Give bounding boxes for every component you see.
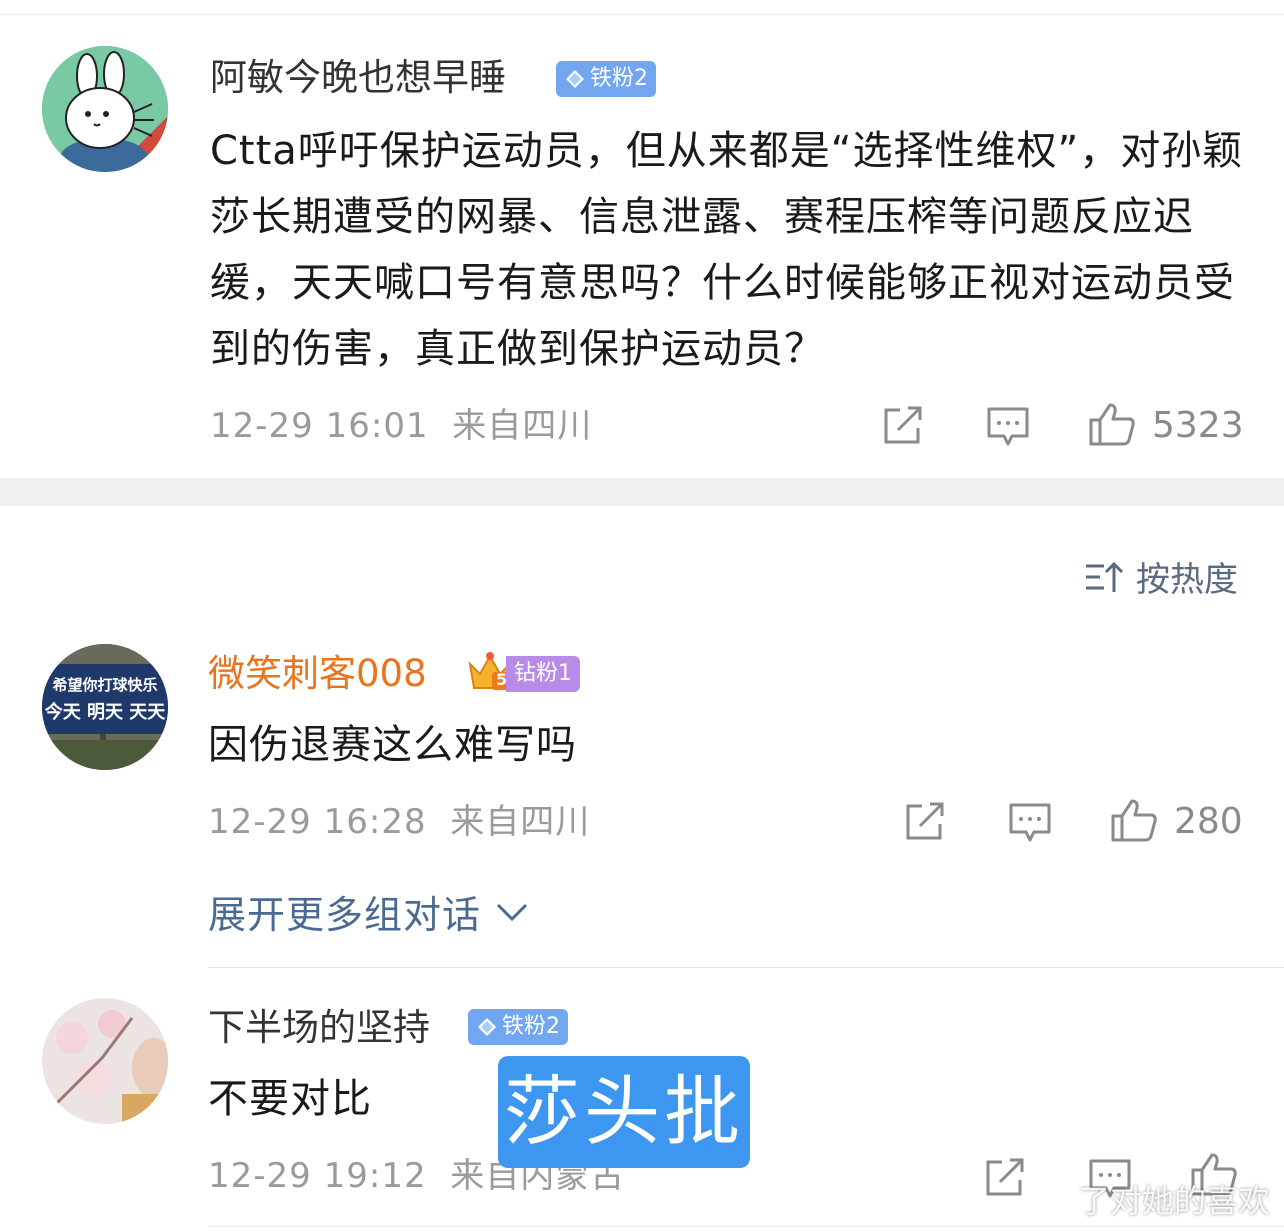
avatar[interactable]: 希望你打球快乐 今天 明天 天天	[42, 644, 168, 770]
weibo-logo-icon	[1033, 1185, 1070, 1221]
diamond-icon	[478, 1018, 496, 1036]
username[interactable]: 微笑刺客008	[208, 652, 427, 696]
avatar-sign-line-1: 希望你打球快乐	[52, 676, 158, 694]
fan-badge-label: 钻粉1	[514, 661, 572, 686]
comment-divider	[208, 967, 1284, 968]
bottom-divider	[208, 1226, 1284, 1227]
like-icon[interactable]	[1110, 798, 1158, 842]
comment-time: 12-29 16:01	[210, 406, 429, 446]
sort-button[interactable]: 按热度	[1084, 552, 1238, 601]
comment-meta: 12-29 16:28 来自四川	[208, 802, 590, 842]
section-separator	[0, 478, 1284, 506]
fan-badge-label: 铁粉2	[590, 66, 648, 91]
share-icon[interactable]	[904, 802, 946, 842]
fan-badge[interactable]: 铁粉2	[468, 1009, 568, 1045]
overlay-caption: 莎头批	[498, 1056, 750, 1168]
comment-text: Ctta呼吁保护运动员，但从来都是“选择性维权”，对孙颖莎长期遭受的网暴、信息泄…	[210, 128, 1244, 372]
fan-badge[interactable]: 钻粉1	[506, 656, 580, 692]
username[interactable]: 下半场的坚持	[208, 1006, 430, 1050]
sort-label: 按热度	[1136, 560, 1238, 600]
username[interactable]: 阿敏今晚也想早睡	[210, 56, 506, 100]
comment-location: 来自四川	[450, 802, 591, 842]
blossom-photo-avatar-icon	[42, 998, 168, 1124]
avatar-sign-line-2: 今天 明天 天天	[44, 702, 166, 723]
chevron-down-icon	[496, 903, 528, 921]
sort-icon	[1086, 561, 1124, 592]
comment-location: 来自四川	[452, 406, 593, 446]
comment-icon[interactable]	[986, 406, 1030, 448]
rabbit-cartoon-avatar-icon	[42, 46, 168, 172]
comment-meta: 12-29 16:01 来自四川	[210, 406, 592, 446]
comment-time: 12-29 16:28	[208, 802, 427, 842]
avatar[interactable]	[42, 998, 168, 1124]
fan-badge[interactable]: 铁粉2	[556, 61, 656, 97]
like-icon[interactable]	[1088, 402, 1136, 446]
expand-replies-link[interactable]: 展开更多组对话	[208, 884, 529, 939]
diamond-icon	[566, 70, 584, 88]
fan-badge-label: 铁粉2	[502, 1014, 560, 1039]
like-count: 5323	[1152, 405, 1244, 446]
like-count: 280	[1174, 801, 1243, 842]
share-icon[interactable]	[882, 406, 924, 446]
avatar[interactable]	[42, 46, 168, 172]
comment-icon[interactable]	[1008, 802, 1052, 844]
comment-time: 12-29 19:12	[208, 1156, 427, 1196]
expand-label: 展开更多组对话	[208, 893, 482, 937]
comment-text: 因伤退赛这么难写吗	[208, 722, 577, 768]
watermark: 了对她的喜欢	[1033, 1176, 1270, 1222]
top-divider	[0, 14, 1284, 15]
share-icon[interactable]	[984, 1158, 1026, 1198]
watermark-text: 了对她的喜欢	[1077, 1182, 1270, 1220]
